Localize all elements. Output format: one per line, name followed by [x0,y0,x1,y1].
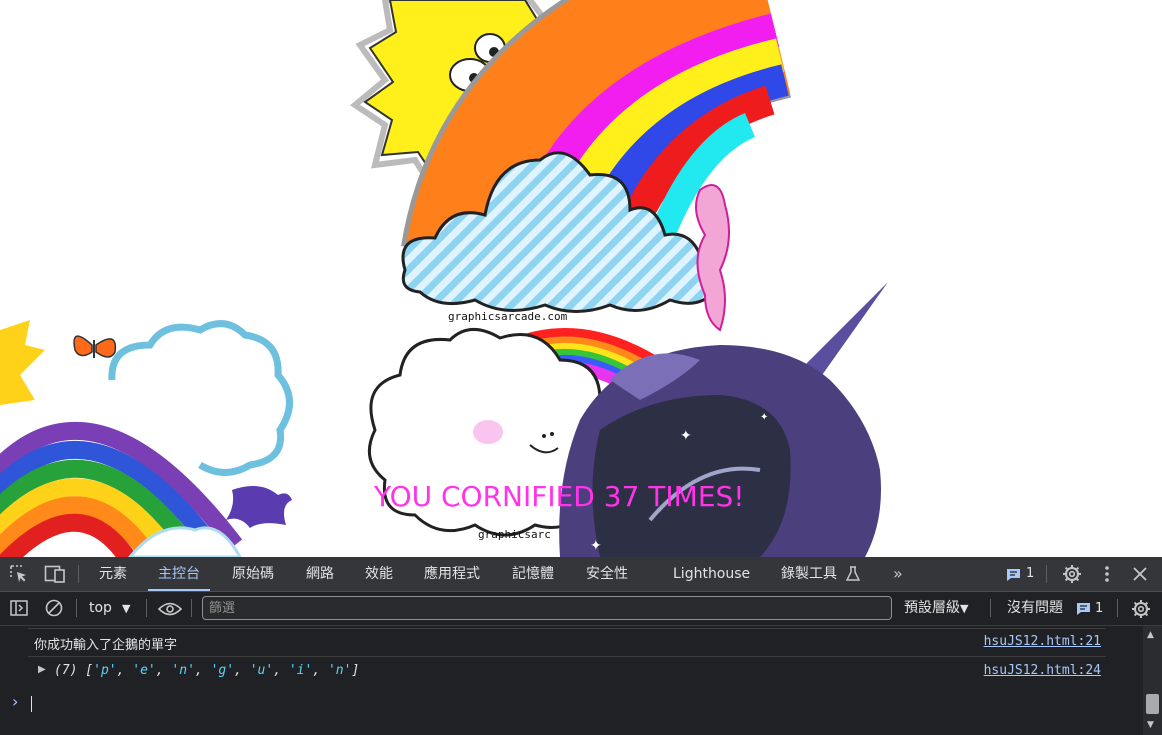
tab-application[interactable]: 應用程式 [424,557,480,591]
cornify-artwork: ✦ ✦ ✦ [0,0,888,557]
context-selector[interactable]: top [89,592,112,625]
svg-text:✦: ✦ [760,412,768,423]
watermark-bottom: graphicsarc [478,528,551,541]
message-icon[interactable] [1006,568,1021,582]
chevron-down-icon: ▼ [960,602,969,615]
console-output: 你成功輸入了企鵝的單字 hsuJS12.html:21 ▶ (7) ['p', … [0,626,1143,735]
array-item: 'e' [132,663,156,678]
console-message-array[interactable]: ▶ (7) ['p', 'e', 'n', 'g', 'u', 'i', 'n'… [0,663,1143,685]
context-dropdown-icon[interactable]: ▼ [122,592,130,625]
toolbar-divider-3 [191,599,192,617]
sidebar-toggle-icon[interactable] [10,600,28,616]
pink-sparkle-sticker [695,184,730,332]
live-expression-eye-icon[interactable] [158,602,182,616]
issues-message-icon[interactable] [1076,602,1091,616]
scroll-down-icon[interactable]: ▼ [1147,720,1154,730]
filter-field[interactable] [202,596,892,620]
svg-text:✦: ✦ [590,538,602,554]
array-item: 'u' [249,663,274,678]
log-levels-label: 預設層級 [904,600,960,616]
issues-label[interactable]: 沒有問題 [1007,592,1063,625]
small-sun-sticker [0,320,45,405]
array-length: (7) [54,663,78,678]
array-item: 'g' [210,663,235,678]
toolbar-divider [76,599,77,617]
message-divider [28,656,1106,657]
console-message: 你成功輸入了企鵝的單字 hsuJS12.html:21 [0,634,1143,656]
array-item: 'p' [93,663,117,678]
device-toolbar-icon[interactable] [44,565,66,583]
tab-recorder[interactable]: 錄製工具 [781,557,837,591]
tab-security[interactable]: 安全性 [586,557,628,591]
bird-sticker [226,486,292,528]
scrollbar-thumb[interactable] [1146,694,1159,714]
console-scrollbar[interactable]: ▲ ▼ [1143,626,1162,735]
svg-text:✦: ✦ [680,428,692,444]
toolbar-divider-4 [990,599,991,617]
array-item: 'n' [327,663,352,678]
filter-input[interactable] [203,598,885,619]
devtools-panel: 元素 主控台 原始碼 網路 效能 應用程式 記憶體 安全性 Lighthouse… [0,557,1162,735]
tab-sources[interactable]: 原始碼 [232,557,274,591]
tab-console[interactable]: 主控台 [148,557,210,591]
console-toolbar: top ▼ 預設層級▼ 沒有問題 1 [0,592,1162,626]
expand-triangle-icon[interactable]: ▶ [38,664,46,675]
tab-performance[interactable]: 效能 [365,557,393,591]
message-count: 1 [1026,566,1035,581]
close-icon[interactable] [1133,567,1147,581]
tabbar-divider-2 [1046,565,1047,583]
log-levels-dropdown[interactable]: 預設層級▼ [904,592,968,625]
console-prompt-row[interactable]: › [0,692,1143,716]
source-link[interactable]: hsuJS12.html:24 [984,663,1101,678]
issues-count: 1 [1095,601,1104,616]
scroll-up-icon[interactable]: ▲ [1147,630,1154,640]
more-tabs-icon[interactable]: » [893,557,903,591]
toolbar-divider-5 [1117,599,1118,617]
text-cursor[interactable] [31,696,32,712]
watermark-top: graphicsarcade.com [448,310,568,323]
toolbar-divider-2 [146,599,147,617]
tab-elements[interactable]: 元素 [99,557,127,591]
devtools-tabbar: 元素 主控台 原始碼 網路 效能 應用程式 記憶體 安全性 Lighthouse… [0,557,1162,592]
message-divider [28,628,1106,629]
unicorn-sticker: ✦ ✦ ✦ [559,282,888,557]
array-item: 'i' [288,663,313,678]
butterfly-sticker [73,335,117,358]
tab-network[interactable]: 網路 [306,557,334,591]
array-item: 'n' [171,663,195,678]
webpage-viewport: ✦ ✦ ✦ graphicsarcade.com graphicsarc YOU… [0,0,1162,557]
inspect-element-icon[interactable] [10,565,28,583]
array-preview: (7) ['p', 'e', 'n', 'g', 'u', 'i', 'n'] [54,663,360,678]
prompt-chevron-icon: › [12,692,19,711]
tab-lighthouse[interactable]: Lighthouse [673,557,750,591]
console-settings-gear-icon[interactable] [1131,599,1151,619]
more-options-icon[interactable] [1100,565,1114,583]
tabbar-divider [78,565,79,583]
flask-icon [846,566,860,581]
clear-console-icon[interactable] [45,599,63,617]
source-link[interactable]: hsuJS12.html:21 [984,634,1101,649]
log-text: 你成功輸入了企鵝的單字 [34,638,178,653]
cornify-counter-text: YOU CORNIFIED 37 TIMES! [374,480,745,513]
settings-gear-icon[interactable] [1062,564,1082,584]
tab-memory[interactable]: 記憶體 [512,557,554,591]
